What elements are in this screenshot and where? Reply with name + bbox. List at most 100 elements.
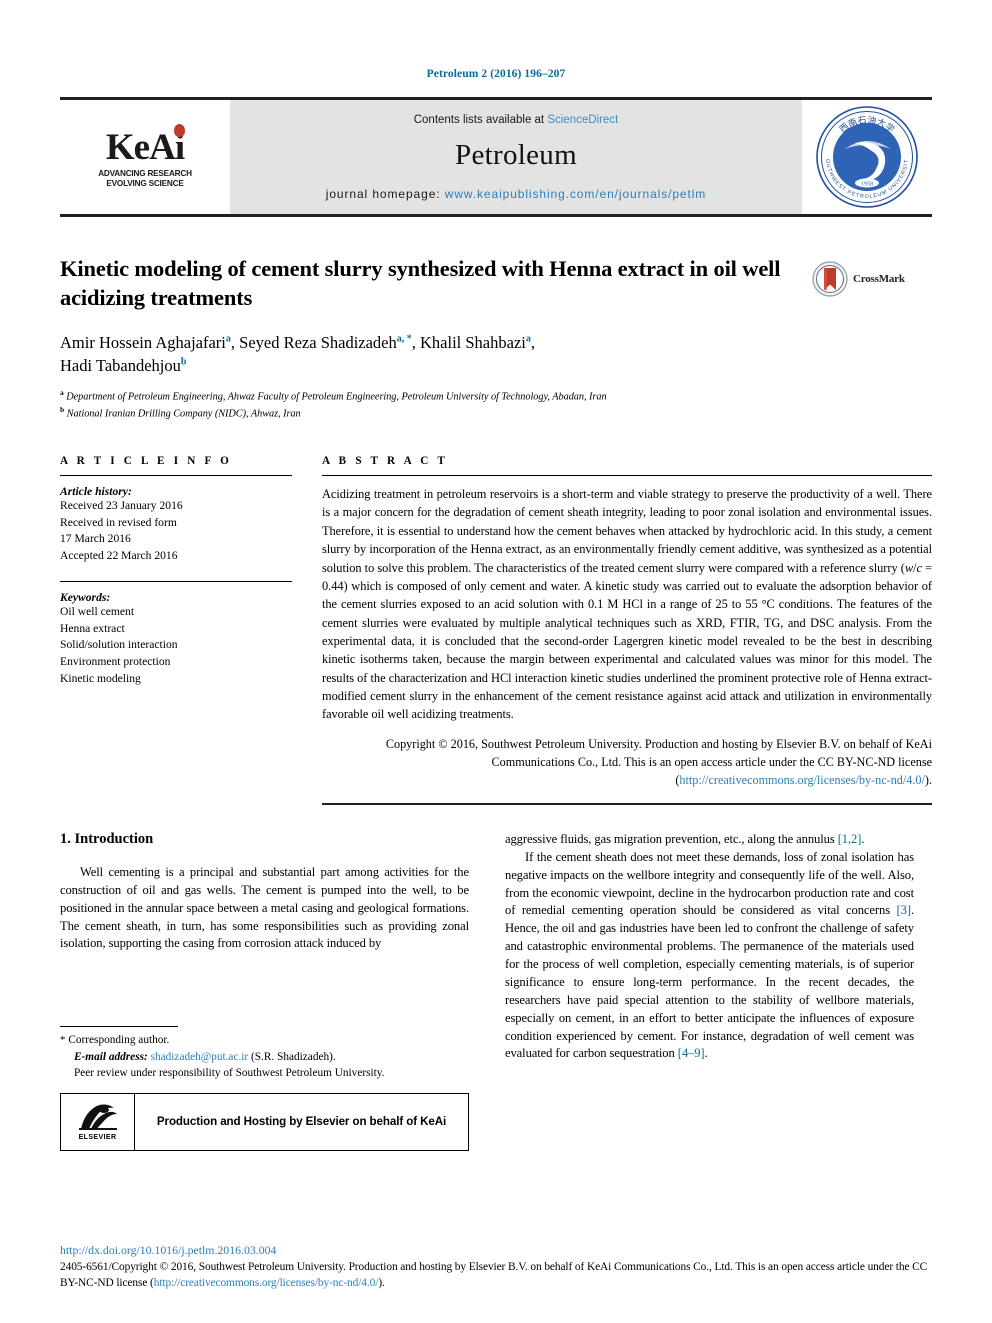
author-3: , Khalil Shahbazi [411, 332, 526, 352]
title-block: Kinetic modeling of cement slurry synthe… [60, 255, 932, 421]
elsevier-tree-icon [76, 1102, 119, 1133]
info-abstract-section: A R T I C L E I N F O Article history: R… [60, 455, 932, 805]
affiliation-b-text: National Iranian Drilling Company (NIDC)… [66, 408, 301, 420]
doi-link[interactable]: http://dx.doi.org/10.1016/j.petlm.2016.0… [60, 1243, 932, 1258]
email-line: E-mail address: shadizadeh@put.ac.ir (S.… [60, 1049, 469, 1065]
footnote-star: * [60, 1034, 66, 1047]
homepage-label: journal homepage: [325, 186, 445, 201]
body-column-right: aggressive fluids, gas migration prevent… [505, 831, 914, 1151]
corresponding-author-text: Corresponding author. [68, 1034, 170, 1047]
body-columns: 1. Introduction Well cementing is a prin… [60, 831, 932, 1151]
journal-homepage-line: journal homepage: www.keaipublishing.com… [326, 187, 706, 201]
email-link[interactable]: shadizadeh@put.ac.ir [151, 1051, 249, 1063]
peer-review-line: Peer review under responsibility of Sout… [74, 1066, 385, 1079]
keai-wordmark-text: KeAi [105, 123, 185, 168]
corresponding-author-line: * Corresponding author. [60, 1032, 469, 1049]
keyword-item: Solid/solution interaction [60, 638, 178, 652]
abstract-part2: ) which is composed of only cement and w… [322, 578, 932, 722]
citation-ref-1-2[interactable]: [1,2] [838, 832, 862, 846]
paper-page: Petroleum 2 (2016) 196–207 KeAi ADVANCIN… [0, 0, 992, 1323]
issn-tail: ). [378, 1276, 385, 1289]
article-info-rule [60, 475, 292, 477]
affiliations: a Department of Petroleum Engineering, A… [60, 388, 802, 421]
intro-paragraph-left: Well cementing is a principal and substa… [60, 864, 469, 951]
keyword-item: Kinetic modeling [60, 671, 141, 685]
history-line: 17 March 2016 [60, 532, 131, 546]
author-2-affil-mark[interactable]: a, * [397, 333, 412, 344]
email-tail: (S.R. Shadizadeh). [248, 1050, 336, 1063]
history-line: Received in revised form [60, 515, 177, 529]
elsevier-production-box: ELSEVIER Production and Hosting by Elsev… [60, 1092, 469, 1151]
right-p2-text-b: . Hence, the oil and gas industries have… [505, 903, 914, 1061]
issn-copyright-line: 2405-6561/Copyright © 2016, Southwest Pe… [60, 1259, 932, 1291]
citation-ref-3[interactable]: [3] [897, 903, 911, 917]
author-4: Hadi Tabandehjou [60, 356, 181, 376]
homepage-url-link[interactable]: www.keaipublishing.com/en/journals/petlm [445, 187, 706, 201]
intro-paragraph-right-2: If the cement sheath does not meet these… [505, 849, 914, 1064]
seal-year: 1958 [861, 182, 873, 188]
keywords-rule [60, 580, 292, 582]
abstract-column: A B S T R A C T Acidizing treatment in p… [322, 455, 932, 805]
affiliation-b-mark: b [60, 404, 65, 414]
email-label: E-mail address: [74, 1050, 148, 1063]
page-footer: http://dx.doi.org/10.1016/j.petlm.2016.0… [60, 1243, 932, 1291]
keywords-block: Keywords: Oil well cement Henna extract … [60, 591, 292, 687]
elsevier-logo: ELSEVIER [61, 1093, 135, 1150]
citation-ref-4-9[interactable]: [4–9] [678, 1046, 705, 1060]
crossmark-label: CrossMark [853, 273, 905, 285]
cc-license-link[interactable]: http://creativecommons.org/licenses/by-n… [679, 773, 925, 787]
right-p2-text-a: If the cement sheath does not meet these… [505, 849, 914, 918]
right-p2-tail: . [704, 1046, 708, 1061]
journal-center-band: Contents lists available at ScienceDirec… [230, 100, 802, 214]
production-hosting-caption: Production and Hosting by Elsevier on be… [156, 1115, 447, 1129]
crossmark-icon [812, 261, 848, 297]
sciencedirect-link[interactable]: ScienceDirect [547, 114, 618, 126]
swpu-seal-cell: 1958 西南石油大学 SOUTHWEST PETROLEUM UNIVERSI… [802, 100, 932, 214]
abstract-copyright: Copyright © 2016, Southwest Petroleum Un… [322, 735, 932, 789]
keai-tagline-line2: EVOLVING SCIENCE [106, 178, 184, 188]
swpu-seal-icon: 1958 西南石油大学 SOUTHWEST PETROLEUM UNIVERSI… [815, 105, 918, 208]
article-history-label: Article history: [60, 485, 132, 499]
copyright-tail: ). [924, 772, 932, 787]
abstract-bottom-rule [322, 802, 932, 805]
abstract-rule [322, 475, 932, 477]
abstract-wc-w: w [904, 560, 914, 575]
keywords-label: Keywords: [60, 590, 111, 604]
keyword-item: Henna extract [60, 621, 125, 635]
keyword-item: Oil well cement [60, 604, 135, 618]
journal-title: Petroleum [455, 138, 577, 171]
author-2: , Seyed Reza Shadizadeh [230, 332, 397, 352]
article-info-column: A R T I C L E I N F O Article history: R… [60, 455, 292, 805]
keai-wordmark-label: KeAi [105, 126, 185, 168]
page-title: Kinetic modeling of cement slurry synthe… [60, 256, 781, 310]
abstract-part1: Acidizing treatment in petroleum reservo… [322, 487, 932, 575]
right-p1-text: aggressive fluids, gas migration prevent… [505, 831, 838, 846]
footnote-block: * Corresponding author. E-mail address: … [60, 1026, 469, 1151]
author-1: Amir Hossein Aghajafari [60, 332, 226, 352]
history-line: Accepted 22 March 2016 [60, 549, 178, 563]
author-list: Amir Hossein Aghajafaria, Seyed Reza Sha… [60, 331, 802, 378]
abstract-text: Acidizing treatment in petroleum reservo… [322, 485, 932, 724]
affiliation-b: b National Iranian Drilling Company (NID… [60, 405, 802, 421]
section-title-introduction: 1. Introduction [60, 830, 154, 847]
keai-tagline-line1: ADVANCING RESEARCH [98, 168, 192, 178]
keai-tagline: ADVANCING RESEARCH EVOLVING SCIENCE [98, 169, 192, 188]
journal-header: KeAi ADVANCING RESEARCH EVOLVING SCIENCE… [60, 97, 932, 217]
keai-logo: KeAi ADVANCING RESEARCH EVOLVING SCIENCE [60, 100, 230, 214]
right-p1-tail: . [861, 831, 865, 846]
affiliation-a-mark: a [60, 388, 64, 398]
footer-cc-license-link[interactable]: http://creativecommons.org/licenses/by-n… [154, 1277, 379, 1289]
author-4-affil-mark[interactable]: b [181, 357, 187, 368]
keai-dot-icon [174, 123, 186, 137]
running-head: Petroleum 2 (2016) 196–207 [426, 68, 566, 80]
affiliation-a-text: Department of Petroleum Engineering, Ahw… [66, 391, 607, 403]
history-line: Received 23 January 2016 [60, 499, 183, 513]
crossmark-badge[interactable]: CrossMark [812, 259, 932, 299]
keyword-item: Environment protection [60, 654, 171, 668]
footnote-rule [60, 1026, 178, 1028]
body-column-left: 1. Introduction Well cementing is a prin… [60, 831, 469, 1151]
contents-prefix: Contents lists available at [413, 113, 548, 126]
author-line1-comma: , [530, 332, 535, 352]
article-info-heading: A R T I C L E I N F O [60, 455, 233, 468]
contents-list-line: Contents lists available at ScienceDirec… [414, 114, 619, 126]
